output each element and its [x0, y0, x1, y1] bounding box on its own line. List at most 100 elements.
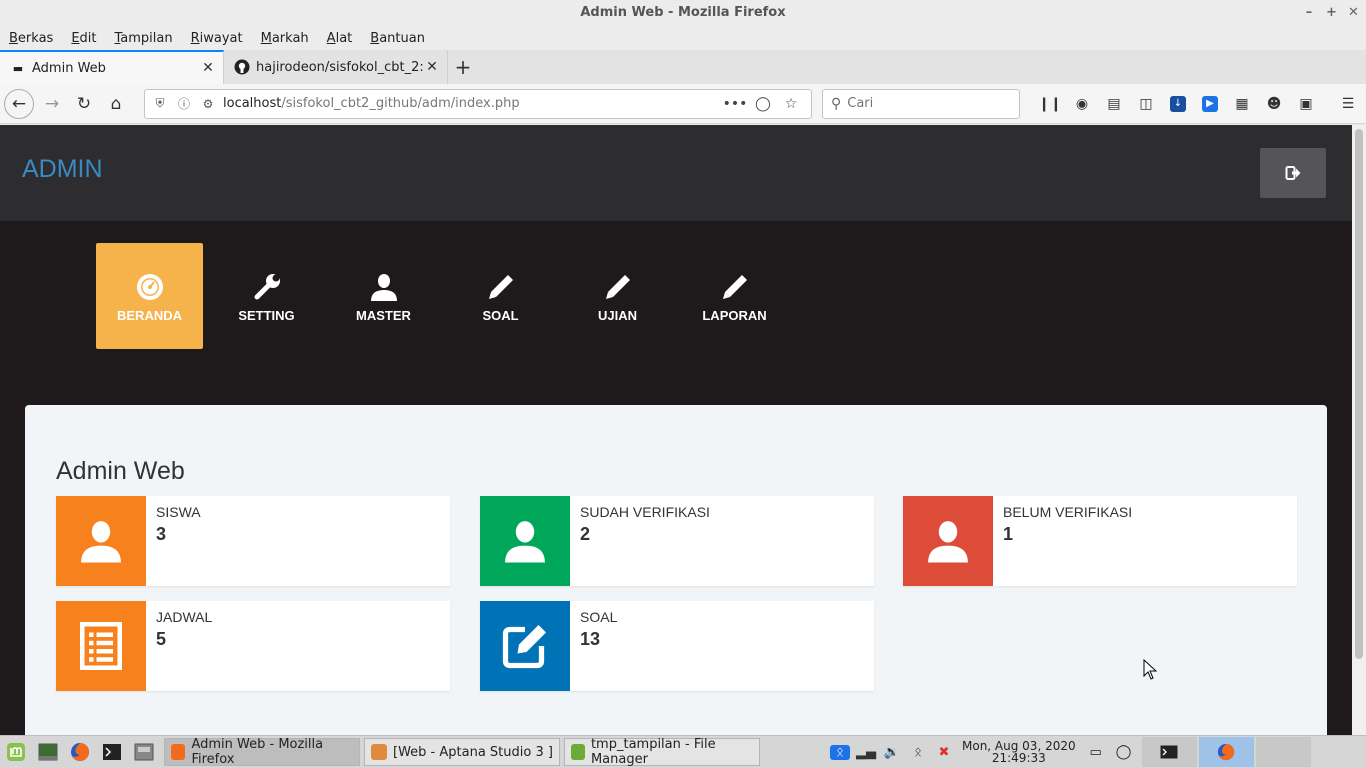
maximize-icon[interactable]: + [1326, 0, 1337, 26]
logout-button[interactable] [1260, 148, 1326, 198]
sidebar-icon[interactable]: ◫ [1130, 89, 1162, 119]
globe-icon[interactable]: ◉ [1066, 89, 1098, 119]
user-icon [480, 496, 570, 586]
reload-button[interactable]: ↻ [68, 88, 100, 120]
show-desktop-icon[interactable] [32, 737, 64, 767]
nav-soal[interactable]: SOAL [447, 243, 554, 349]
menu-bar: Berkas Edit Tampilan Riwayat Markah Alat… [0, 26, 1366, 50]
nav-label: SOAL [482, 307, 519, 323]
menu-markah[interactable]: Markah [261, 31, 309, 46]
vertical-scrollbar[interactable] [1352, 125, 1366, 735]
nav-setting[interactable]: SETTING [213, 243, 320, 349]
menu-bantuan[interactable]: Bantuan [370, 31, 425, 46]
clock-time: 21:49:33 [991, 751, 1046, 765]
nav-ujian[interactable]: UJIAN [564, 243, 671, 349]
menu-edit[interactable]: Edit [71, 31, 96, 46]
nav-master[interactable]: MASTER [330, 243, 437, 349]
reader-icon[interactable]: ▤ [1098, 89, 1130, 119]
page-title: Admin Web [56, 457, 185, 485]
url-host: localhost [223, 96, 282, 111]
bluetooth-icon[interactable]: ᛟ [830, 744, 850, 760]
task-firefox[interactable]: Admin Web - Mozilla Firefox [164, 737, 360, 767]
home-button[interactable]: ⌂ [100, 88, 132, 120]
new-tab-button[interactable]: + [448, 50, 478, 84]
search-bar[interactable]: ⚲ [822, 88, 1020, 119]
toolbar-icons: ❙❙ ◉ ▤ ◫ ↓ ▶ ▦ ☻ ▣ ☰ [1034, 89, 1364, 119]
pocket-icon[interactable]: ◯ [749, 96, 777, 112]
close-tab-icon[interactable]: ✕ [201, 60, 215, 76]
stat-card-belum-verifikasi[interactable]: BELUM VERIFIKASI 1 [903, 496, 1297, 586]
bookmark-star-icon[interactable]: ☆ [777, 96, 805, 112]
session-icon[interactable]: ◯ [1108, 737, 1140, 767]
stat-card-jadwal[interactable]: JADWAL 5 [56, 601, 450, 691]
nav-beranda[interactable]: BERANDA [96, 243, 203, 349]
menu-berkas[interactable]: Berkas [9, 31, 53, 46]
nav-laporan[interactable]: LAPORAN [681, 243, 788, 349]
taskbar: Admin Web - Mozilla Firefox [Web - Aptan… [0, 735, 1366, 768]
forward-button[interactable]: → [36, 88, 68, 120]
files-launcher-icon[interactable] [128, 737, 160, 767]
tab-title: Admin Web [32, 60, 106, 76]
stat-card-sudah-verifikasi[interactable]: SUDAH VERIFIKASI 2 [480, 496, 874, 586]
zoom-icon[interactable]: ▶ [1194, 89, 1226, 119]
tab-bar: ▬ Admin Web ✕ hajirodeon/sisfokol_cbt_2:… [0, 50, 1366, 84]
account-icon[interactable]: ☻ [1258, 89, 1290, 119]
qr-code-icon[interactable]: ▦ [1226, 89, 1258, 119]
clock[interactable]: Mon, Aug 03, 2020 21:49:33 [962, 740, 1076, 764]
nav-label: SETTING [238, 307, 295, 323]
minimize-icon[interactable]: – [1304, 0, 1314, 26]
shield-icon[interactable]: ⛨ [151, 96, 169, 111]
permissions-icon[interactable]: ⚙ [199, 97, 217, 111]
info-icon[interactable]: ⓘ [175, 95, 193, 112]
back-button[interactable]: ← [4, 88, 34, 119]
battery-icon[interactable]: ▭ [1084, 745, 1108, 760]
lock-icon[interactable]: ▣ [1290, 89, 1322, 119]
menu-riwayat[interactable]: Riwayat [191, 31, 243, 46]
task-title: tmp_tampilan - File Manager [590, 737, 716, 767]
url-bar[interactable]: ⛨ ⓘ ⚙ localhost/sisfokol_cbt2_github/adm… [144, 88, 812, 119]
workspace-3[interactable] [1255, 737, 1311, 767]
nav-label: LAPORAN [702, 307, 767, 323]
tab-github[interactable]: hajirodeon/sisfokol_cbt_2: sis ✕ [224, 50, 448, 84]
download-icon[interactable]: ↓ [1162, 89, 1194, 119]
network-signal-icon[interactable]: ▂▄ [856, 745, 876, 760]
task-file-manager[interactable]: tmp_tampilan - File Manager [564, 737, 760, 767]
tab-admin-web[interactable]: ▬ Admin Web ✕ [0, 50, 224, 84]
logout-icon [1285, 166, 1301, 180]
firefox-icon [1218, 743, 1235, 761]
menu-alat[interactable]: Alat [327, 31, 353, 46]
user-icon [369, 270, 399, 304]
update-error-icon[interactable]: ✖ [934, 745, 954, 760]
github-icon [234, 59, 250, 75]
close-icon[interactable]: ✕ [1348, 0, 1359, 26]
aptana-icon [371, 744, 387, 760]
mint-menu-icon[interactable] [0, 737, 32, 767]
nav-label: UJIAN [597, 307, 637, 323]
stat-card-soal[interactable]: SOAL 13 [480, 601, 874, 691]
stat-value: 13 [580, 629, 601, 649]
window-title-bar: Admin Web - Mozilla Firefox – + ✕ [0, 0, 1366, 26]
mouse-cursor-icon [1143, 659, 1157, 680]
menu-tampilan[interactable]: Tampilan [115, 31, 173, 46]
firefox-launcher-icon[interactable] [64, 737, 96, 767]
workspace-terminal[interactable] [1141, 737, 1197, 767]
more-actions-icon[interactable]: ••• [721, 96, 749, 112]
search-input[interactable] [847, 96, 998, 111]
volume-icon[interactable]: 🔉 [882, 745, 902, 760]
nav-label: MASTER [356, 307, 411, 323]
close-tab-icon[interactable]: ✕ [425, 59, 439, 75]
bluetooth-tray-icon[interactable]: ᛟ [908, 745, 928, 760]
stat-card-siswa[interactable]: SISWA 3 [56, 496, 450, 586]
stat-label: BELUM VERIFIKASI [1003, 504, 1133, 520]
hamburger-menu-icon[interactable]: ☰ [1332, 89, 1364, 119]
task-title: [Web - Aptana Studio 3 ] [393, 744, 553, 760]
workspace-firefox[interactable] [1198, 737, 1254, 767]
library-icon[interactable]: ❙❙ [1034, 89, 1066, 119]
scrollbar-thumb[interactable] [1355, 129, 1363, 659]
pencil-icon [486, 270, 516, 304]
task-title: Admin Web - Mozilla Firefox [191, 737, 324, 767]
terminal-launcher-icon[interactable] [96, 737, 128, 767]
task-aptana[interactable]: [Web - Aptana Studio 3 ] [364, 738, 560, 766]
pencil-icon [603, 270, 633, 304]
brand-title[interactable]: ADMIN [22, 155, 103, 184]
